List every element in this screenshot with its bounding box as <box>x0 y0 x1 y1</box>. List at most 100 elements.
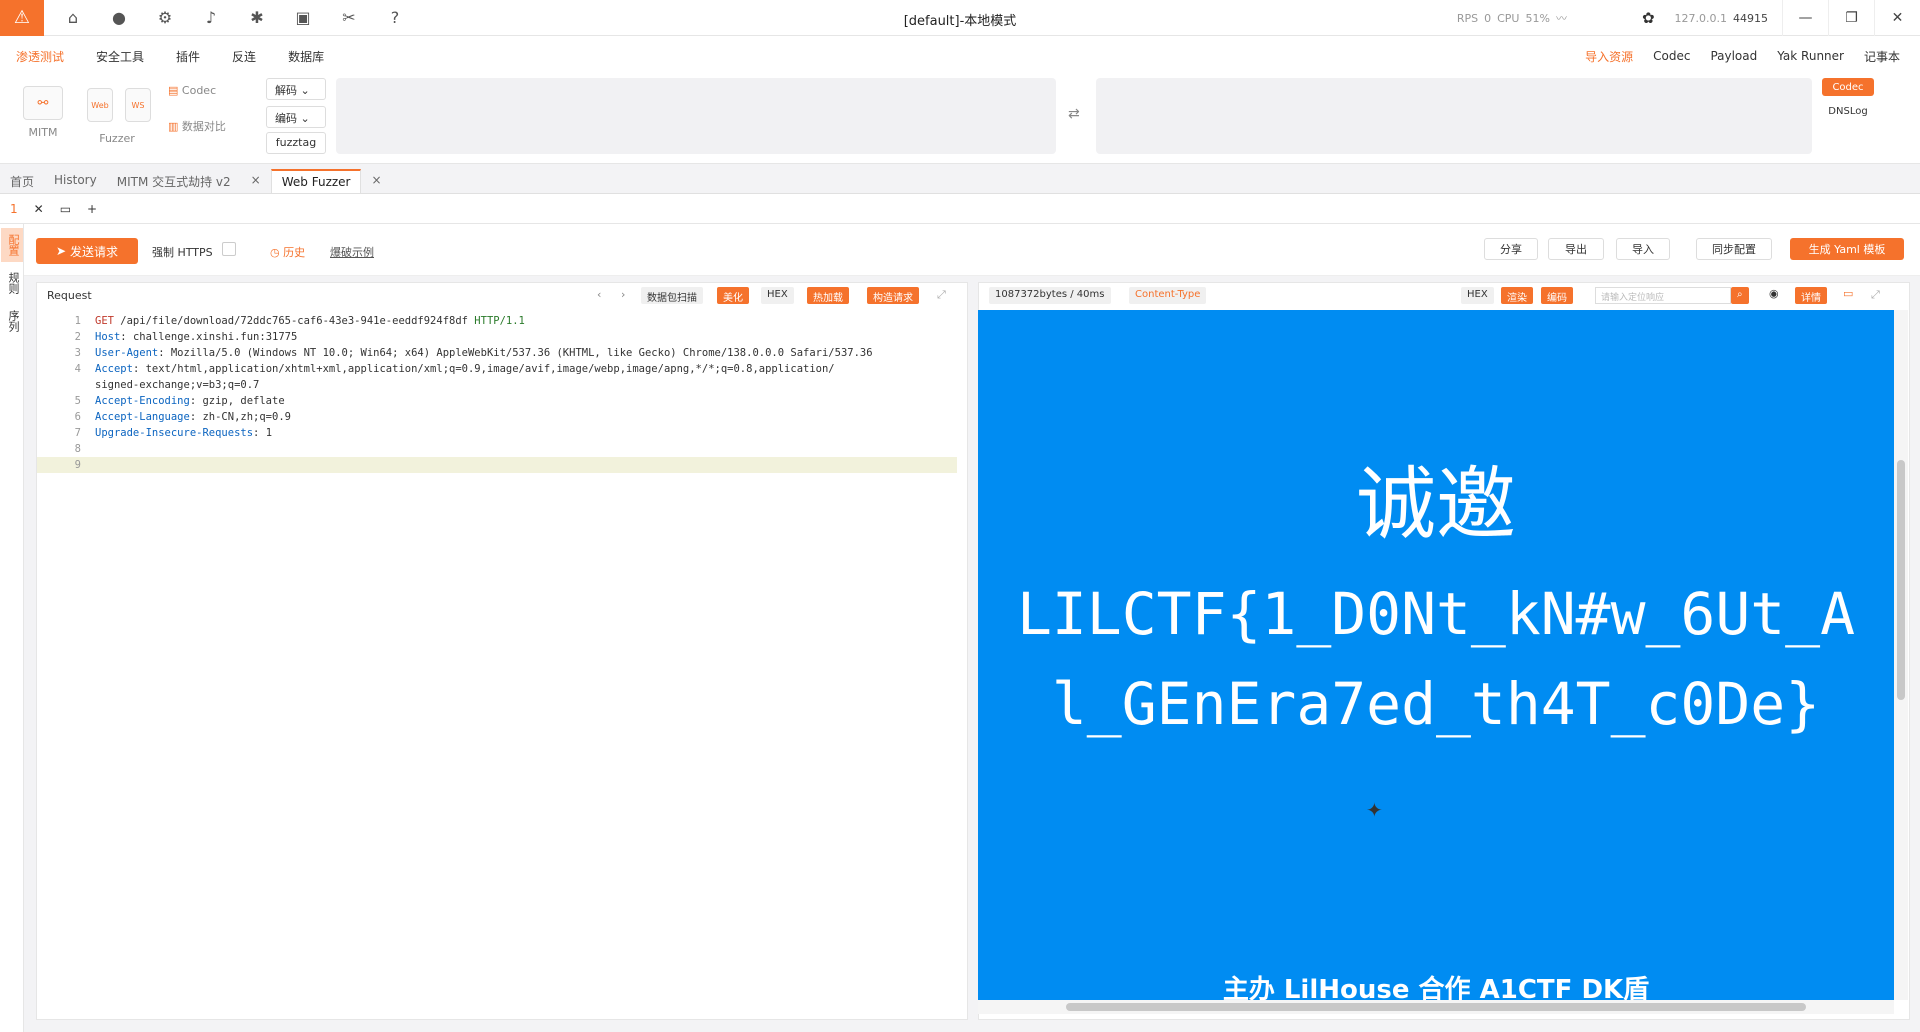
avatar-icon[interactable]: ● <box>96 0 142 36</box>
codec-input[interactable] <box>336 78 1056 154</box>
subtab-1[interactable]: 1 <box>10 202 18 216</box>
encode-dropdown[interactable]: 编码 <box>1541 287 1573 304</box>
expand-icon[interactable]: ⤢ <box>937 288 946 302</box>
rendered-response: 诚邀 LILCTF{1_D0Nt_kN#w_6Ut_A l_GEnEra7ed_… <box>978 310 1894 1000</box>
bell-icon[interactable]: ♪ <box>188 0 234 36</box>
line-content: Accept-Language: zh-CN,zh;q=0.9 <box>95 411 291 423</box>
web-fuzzer-tool[interactable]: Web <box>82 88 118 128</box>
import-button[interactable]: 导入 <box>1616 238 1670 260</box>
content-type-tag: Content-Type <box>1129 287 1207 304</box>
generate-yaml-button[interactable]: 生成 Yaml 模板 <box>1790 238 1904 260</box>
request-line[interactable]: 1 GET /api/file/download/72ddc765-caf6-43… <box>37 313 957 329</box>
swap-icon[interactable]: ⇄ <box>1068 106 1080 122</box>
hotload-button[interactable]: 热加载 <box>807 287 849 304</box>
request-line[interactable]: 8 <box>37 441 957 457</box>
cpu-label: CPU <box>1497 11 1520 25</box>
settings-icon[interactable]: ⚙ <box>142 0 188 36</box>
request-line[interactable]: 7 Upgrade-Insecure-Requests: 1 <box>37 425 957 441</box>
tools-icon[interactable]: ✂ <box>326 0 372 36</box>
terminal-icon[interactable]: ▣ <box>280 0 326 36</box>
menu-database[interactable]: 数据库 <box>272 48 340 65</box>
codec-tool[interactable]: ▤ Codec <box>168 84 248 97</box>
maximize-button[interactable]: ❐ <box>1828 0 1874 36</box>
request-hex-button[interactable]: HEX <box>761 287 794 304</box>
tab-home[interactable]: 首页 <box>0 169 44 193</box>
yak-runner-link[interactable]: Yak Runner <box>1777 49 1844 63</box>
scan-button[interactable]: 数据包扫描 <box>641 287 703 304</box>
request-panel: Request ‹ › 数据包扫描 美化 HEX 热加载 构造请求 ⤢ 1 GET… <box>36 282 968 1020</box>
encode-select[interactable]: 编码 ⌄ <box>266 106 326 128</box>
request-line[interactable]: 4 Accept: text/html,application/xhtml+xml… <box>37 361 957 377</box>
rps-label: RPS <box>1456 11 1479 25</box>
request-editor[interactable]: 1 GET /api/file/download/72ddc765-caf6-43… <box>37 313 957 473</box>
side-tab-config[interactable]: 配置 <box>1 228 23 262</box>
vertical-scroll-thumb[interactable] <box>1897 460 1905 700</box>
locate-response-input[interactable]: 请输入定位响应 <box>1595 287 1731 304</box>
payload-link[interactable]: Payload <box>1710 49 1757 63</box>
mitm-tool[interactable]: ⚯ MITM <box>18 86 68 139</box>
menu-reverse[interactable]: 反连 <box>216 48 272 65</box>
close-button[interactable]: ✕ <box>1874 0 1920 36</box>
share-button[interactable]: 分享 <box>1484 238 1538 260</box>
menu-plugins[interactable]: 插件 <box>160 48 216 65</box>
mitm-icon: ⚯ <box>23 86 63 120</box>
export-button[interactable]: 导出 <box>1548 238 1604 260</box>
request-line[interactable]: 9 <box>37 457 957 473</box>
ws-icon: WS <box>125 88 151 122</box>
tab-mitm[interactable]: MITM 交互式劫持 v2 <box>107 169 241 193</box>
mitm-label: MITM <box>28 126 58 139</box>
line-content: GET /api/file/download/72ddc765-caf6-43e… <box>95 315 525 327</box>
beautify-button[interactable]: 美化 <box>717 287 749 304</box>
vertical-scrollbar[interactable] <box>1894 310 1908 1000</box>
add-tab-icon[interactable]: + <box>87 202 97 216</box>
request-line[interactable]: 2 Host: challenge.xinshi.fun:31775 <box>37 329 957 345</box>
codec-output[interactable] <box>1096 78 1812 154</box>
search-icon[interactable]: ⌕ <box>1731 287 1749 304</box>
expand-icon[interactable]: ⤢ <box>1871 288 1880 302</box>
fuzztag-button[interactable]: fuzztag <box>266 132 326 154</box>
decode-select[interactable]: 解码 ⌄ <box>266 78 326 100</box>
comment-icon[interactable]: ▭ <box>1843 287 1853 300</box>
notepad-link[interactable]: 记事本 <box>1864 48 1900 65</box>
sync-config-button[interactable]: 同步配置 <box>1696 238 1772 260</box>
request-line[interactable]: signed-exchange;v=b3;q=0.7 <box>37 377 957 393</box>
request-line[interactable]: 3 User-Agent: Mozilla/5.0 (Windows NT 10.… <box>37 345 957 361</box>
flag-line-1: LILCTF{1_D0Nt_kN#w_6Ut_A <box>1016 580 1856 648</box>
engine-icon[interactable]: ✿ <box>1642 9 1655 27</box>
close-icon[interactable]: × <box>241 169 271 193</box>
side-tab-sequence[interactable]: 序列 <box>1 304 23 338</box>
codec-link[interactable]: Codec <box>1653 49 1690 63</box>
bug-icon[interactable]: ✱ <box>234 0 280 36</box>
response-hex-button[interactable]: HEX <box>1461 287 1494 304</box>
home-icon[interactable]: ⌂ <box>50 0 96 36</box>
close-icon[interactable]: × <box>361 169 391 193</box>
minimize-button[interactable]: — <box>1782 0 1828 36</box>
tab-history[interactable]: History <box>44 169 107 193</box>
horizontal-scroll-thumb[interactable] <box>1066 1003 1806 1011</box>
help-icon[interactable]: ? <box>372 0 418 36</box>
dnslog-side-button[interactable]: DNSLog <box>1822 102 1874 120</box>
horizontal-scrollbar[interactable] <box>978 1000 1894 1014</box>
menu-pentest[interactable]: 渗透测试 <box>0 48 80 65</box>
render-button[interactable]: 渲染 <box>1501 287 1533 304</box>
send-request-button[interactable]: ➤ 发送请求 <box>36 238 138 264</box>
ws-fuzzer-tool[interactable]: WS <box>120 88 156 128</box>
request-line[interactable]: 5 Accept-Encoding: gzip, deflate <box>37 393 957 409</box>
side-tab-rules[interactable]: 规则 <box>1 266 23 300</box>
request-line[interactable]: 6 Accept-Language: zh-CN,zh;q=0.9 <box>37 409 957 425</box>
prev-icon[interactable]: ‹ <box>597 288 601 301</box>
menu-security-tools[interactable]: 安全工具 <box>80 48 160 65</box>
compare-tool[interactable]: ▥ 数据对比 <box>168 118 248 134</box>
import-resources-link[interactable]: 导入资源 <box>1585 48 1633 65</box>
detail-button[interactable]: 详情 <box>1795 287 1827 304</box>
example-link[interactable]: 爆破示例 <box>330 244 374 260</box>
construct-request-button[interactable]: 构造请求 <box>867 287 919 304</box>
close-icon[interactable]: ✕ <box>34 202 44 216</box>
force-https-checkbox[interactable] <box>222 242 236 256</box>
tab-web-fuzzer[interactable]: Web Fuzzer <box>270 169 362 193</box>
chrome-icon[interactable]: ◉ <box>1769 287 1779 300</box>
history-link[interactable]: ◷ 历史 <box>270 244 305 260</box>
codec-side-button[interactable]: Codec <box>1822 78 1874 96</box>
save-icon[interactable]: ▭ <box>60 202 71 216</box>
next-icon[interactable]: › <box>621 288 625 301</box>
